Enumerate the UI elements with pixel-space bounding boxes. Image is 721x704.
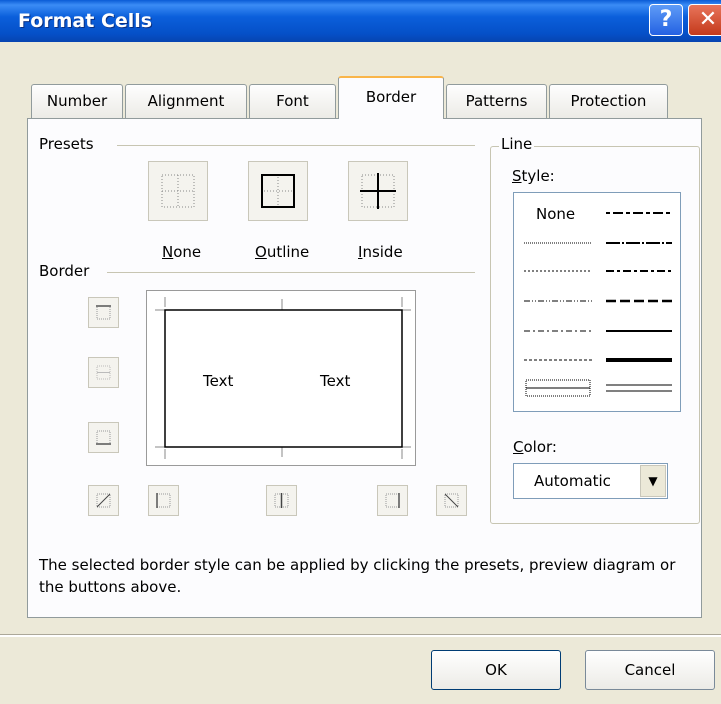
border-right-button[interactable] xyxy=(377,485,408,516)
preview-text-left: Text xyxy=(203,372,234,390)
preset-inside-label: Inside xyxy=(358,243,403,261)
preset-outline-button[interactable] xyxy=(248,161,308,221)
presets-separator xyxy=(117,145,475,146)
color-dropdown-value: Automatic xyxy=(534,472,611,490)
border-diagonal-down-button[interactable] xyxy=(436,485,467,516)
line-style-swatches xyxy=(524,212,672,397)
tab-alignment[interactable]: Alignment xyxy=(125,84,247,118)
color-label: Color: xyxy=(513,438,557,456)
preset-outline-label: Outline xyxy=(255,243,310,261)
border-bottom-icon xyxy=(96,430,111,445)
border-middle-horizontal-button[interactable] xyxy=(88,357,119,388)
preset-none-label: None xyxy=(162,243,202,261)
border-label: Border xyxy=(39,262,90,280)
border-bottom-button[interactable] xyxy=(88,422,119,453)
border-middle-horizontal-icon xyxy=(96,365,111,380)
border-preview-diagram[interactable] xyxy=(146,290,416,466)
border-separator xyxy=(107,272,475,273)
preset-inside-icon xyxy=(360,173,396,209)
border-left-icon xyxy=(156,493,171,508)
border-top-icon xyxy=(96,305,111,320)
tab-font[interactable]: Font xyxy=(249,84,336,118)
line-style-picker[interactable]: None xyxy=(513,192,681,412)
preset-none-button[interactable] xyxy=(148,161,208,221)
tab-border[interactable]: Border xyxy=(338,76,444,119)
preview-grid xyxy=(155,297,411,459)
border-diagonal-up-button[interactable] xyxy=(88,485,119,516)
cancel-button[interactable]: Cancel xyxy=(585,650,715,690)
dialog-title: Format Cells xyxy=(18,10,153,32)
style-label: Style: xyxy=(512,167,555,185)
close-button[interactable]: ✕ xyxy=(688,4,721,36)
border-middle-vertical-icon xyxy=(274,493,289,508)
border-middle-vertical-button[interactable] xyxy=(266,485,297,516)
preview-text-right: Text xyxy=(320,372,351,390)
tab-patterns[interactable]: Patterns xyxy=(446,84,547,118)
tab-number[interactable]: Number xyxy=(31,84,123,118)
border-top-button[interactable] xyxy=(88,297,119,328)
border-diagonal-down-icon xyxy=(444,493,459,508)
border-right-icon xyxy=(385,493,400,508)
tab-protection[interactable]: Protection xyxy=(549,84,668,118)
border-left-button[interactable] xyxy=(148,485,179,516)
footer-separator xyxy=(0,634,721,637)
presets-label: Presets xyxy=(39,135,94,153)
preset-outline-icon xyxy=(261,174,295,208)
help-button[interactable]: ? xyxy=(649,4,683,36)
hint-text: The selected border style can be applied… xyxy=(39,556,676,596)
line-group-label: Line xyxy=(499,135,535,153)
preset-none-icon xyxy=(161,174,195,208)
chevron-down-icon[interactable]: ▼ xyxy=(640,465,666,497)
ok-button[interactable]: OK xyxy=(431,650,561,690)
border-diagonal-up-icon xyxy=(96,493,111,508)
color-dropdown[interactable]: Automatic ▼ xyxy=(513,463,668,499)
dropdown-arrow-glyph: ▼ xyxy=(648,474,658,488)
preset-inside-button[interactable] xyxy=(348,161,408,221)
